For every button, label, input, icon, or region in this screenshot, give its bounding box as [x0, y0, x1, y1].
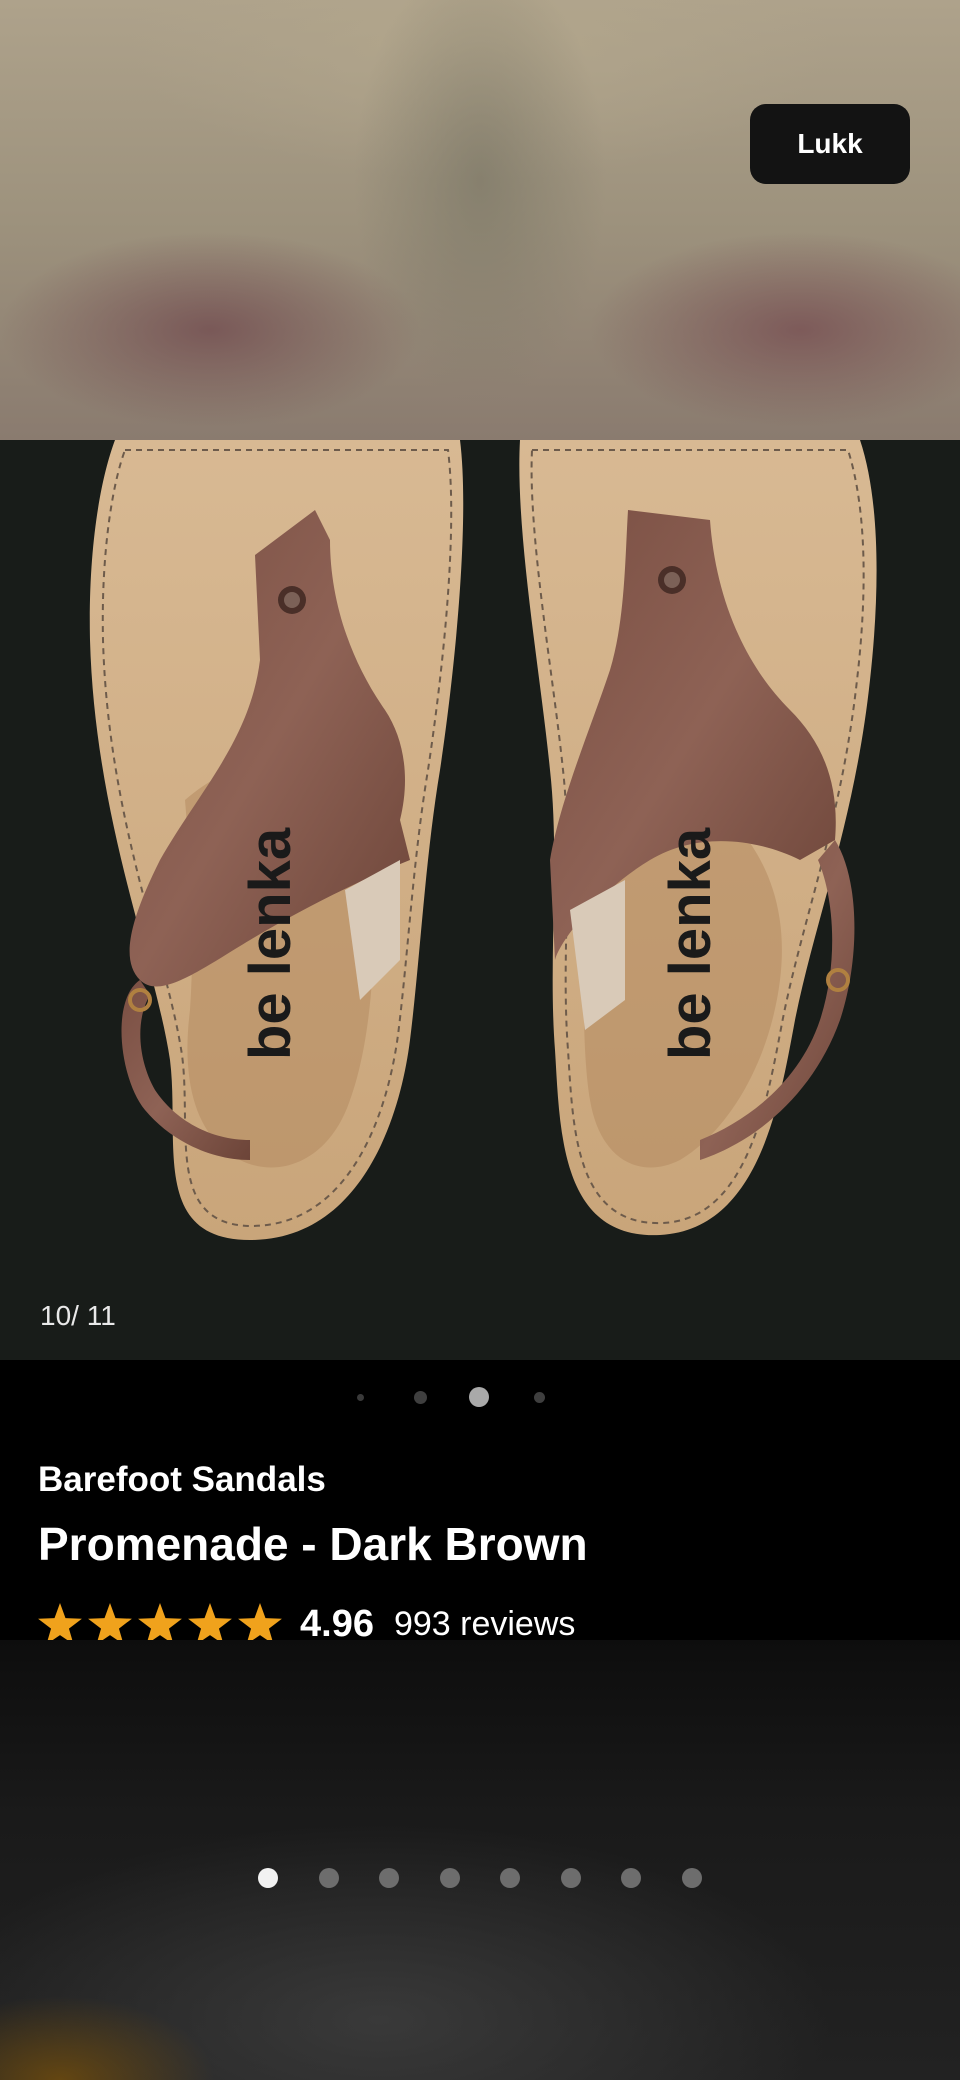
sandals-illustration: be lenka be lenka	[89, 440, 877, 1240]
carousel-dots[interactable]	[0, 1386, 960, 1410]
star-rating	[38, 1603, 282, 1645]
star-icon	[88, 1603, 132, 1645]
product-category: Barefoot Sandals	[38, 1460, 326, 1499]
right-sandal: be lenka	[519, 440, 877, 1236]
story-dot-1-active[interactable]	[258, 1868, 278, 1888]
carousel-dot-2[interactable]	[414, 1391, 427, 1404]
product-info: Barefoot Sandals Promenade - Dark Brown	[38, 1460, 918, 1570]
image-counter: 10/ 11	[40, 1300, 116, 1331]
story-dot-6[interactable]	[561, 1868, 581, 1888]
story-dot-5[interactable]	[500, 1868, 520, 1888]
rating-row[interactable]: 4.96 993 reviews	[38, 1603, 575, 1645]
story-progress-dots[interactable]	[0, 1868, 960, 1890]
story-dot-3[interactable]	[379, 1868, 399, 1888]
review-count-link[interactable]: 993 reviews	[394, 1605, 575, 1644]
story-dot-7[interactable]	[621, 1868, 641, 1888]
star-icon	[138, 1603, 182, 1645]
blurred-backdrop	[0, 0, 960, 440]
carousel-dot-3-active[interactable]	[469, 1387, 489, 1407]
star-icon	[188, 1603, 232, 1645]
insole-brand-print-right: be lenka	[658, 827, 723, 1060]
story-dot-8[interactable]	[682, 1868, 702, 1888]
carousel-dot-4[interactable]	[534, 1392, 545, 1403]
product-image[interactable]: be lenka be lenka	[0, 440, 960, 1360]
insole-brand-print: be lenka	[238, 827, 303, 1060]
bottom-overlay	[0, 1640, 960, 2080]
story-dot-4[interactable]	[440, 1868, 460, 1888]
left-sandal: be lenka	[89, 440, 464, 1240]
product-title[interactable]: Promenade - Dark Brown	[38, 1518, 918, 1570]
star-icon	[238, 1603, 282, 1645]
star-icon	[38, 1603, 82, 1645]
carousel-dot-1[interactable]	[357, 1394, 364, 1401]
story-dot-2[interactable]	[319, 1868, 339, 1888]
close-button[interactable]: Lukk	[750, 104, 910, 184]
